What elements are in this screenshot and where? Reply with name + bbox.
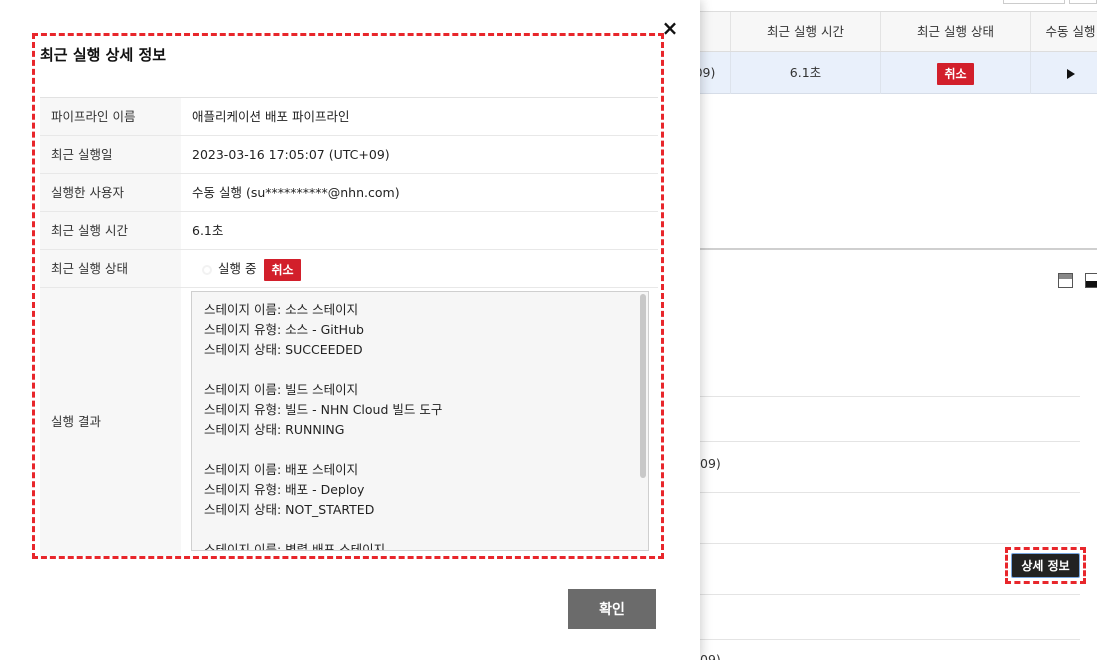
list-divider bbox=[700, 441, 1080, 442]
detail-button-highlight: 상세 정보 bbox=[1005, 547, 1086, 584]
status-text: 실행 중 bbox=[218, 261, 257, 276]
row-value: 6.1초 bbox=[192, 223, 224, 238]
row-last-run-status: 최근 실행 상태 실행 중 취소 bbox=[40, 250, 658, 288]
modal-title: 최근 실행 상세 정보 bbox=[40, 46, 167, 64]
column-header-last-run-status: 최근 실행 상태 bbox=[880, 12, 1030, 51]
row-label: 파이프라인 이름 bbox=[40, 98, 181, 135]
layout-bottom-icon[interactable] bbox=[1085, 273, 1097, 288]
duration-cell: 6.1초 bbox=[730, 52, 880, 94]
row-value: 애플리케이션 배포 파이프라인 bbox=[192, 109, 350, 124]
panel-divider[interactable] bbox=[700, 248, 1097, 250]
column-header-manual-run: 수동 실행 bbox=[1030, 12, 1097, 51]
row-label: 실행한 사용자 bbox=[40, 174, 181, 211]
list-divider bbox=[700, 639, 1080, 640]
run-detail-modal: × 최근 실행 상세 정보 파이프라인 이름 애플리케이션 배포 파이프라인 최… bbox=[0, 0, 700, 660]
list-divider bbox=[700, 396, 1080, 397]
list-item-date-fragment: 09) bbox=[700, 652, 721, 660]
row-last-run-time: 최근 실행 시간 6.1초 bbox=[40, 212, 658, 250]
row-label: 최근 실행 상태 bbox=[40, 250, 181, 287]
row-last-run-date: 최근 실행일 2023-03-16 17:05:07 (UTC+09) bbox=[40, 136, 658, 174]
list-divider bbox=[700, 594, 1080, 595]
row-label: 실행 결과 bbox=[40, 288, 181, 556]
detail-info-button[interactable]: 상세 정보 bbox=[1011, 553, 1080, 578]
loading-spinner-icon bbox=[202, 264, 212, 275]
row-label: 최근 실행일 bbox=[40, 136, 181, 173]
row-label: 최근 실행 시간 bbox=[40, 212, 181, 249]
cancel-badge[interactable]: 취소 bbox=[937, 62, 974, 85]
scrollbar[interactable] bbox=[640, 294, 646, 478]
run-result-text: 스테이지 이름: 소스 스테이지 스테이지 유형: 소스 - GitHub 스테… bbox=[204, 302, 443, 551]
list-divider bbox=[700, 543, 1080, 544]
manual-run-cell bbox=[1030, 52, 1097, 94]
cancel-badge[interactable]: 취소 bbox=[264, 258, 301, 281]
row-value: 수동 실행 (su**********@nhn.com) bbox=[192, 185, 400, 200]
row-pipeline-name: 파이프라인 이름 애플리케이션 배포 파이프라인 bbox=[40, 98, 658, 136]
list-item-date-fragment: 09) bbox=[700, 456, 721, 471]
row-value-status: 실행 중 취소 bbox=[181, 250, 658, 287]
run-result-textarea[interactable]: 스테이지 이름: 소스 스테이지 스테이지 유형: 소스 - GitHub 스테… bbox=[191, 291, 649, 551]
top-button[interactable] bbox=[1069, 0, 1097, 4]
column-header-last-run-time: 최근 실행 시간 bbox=[730, 12, 880, 51]
row-value: 2023-03-16 17:05:07 (UTC+09) bbox=[192, 147, 390, 162]
play-icon[interactable] bbox=[1066, 68, 1075, 79]
pipeline-table-header: 최근 실행 시간 최근 실행 상태 수동 실행 bbox=[700, 11, 1097, 52]
selected-table-row[interactable]: 09) 6.1초 취소 bbox=[695, 52, 1097, 94]
layout-top-icon[interactable] bbox=[1058, 273, 1073, 288]
top-button[interactable] bbox=[1003, 0, 1065, 4]
list-divider bbox=[700, 492, 1080, 493]
status-cell: 취소 bbox=[880, 52, 1030, 94]
row-run-user: 실행한 사용자 수동 실행 (su**********@nhn.com) bbox=[40, 174, 658, 212]
confirm-button[interactable]: 확인 bbox=[568, 589, 656, 629]
